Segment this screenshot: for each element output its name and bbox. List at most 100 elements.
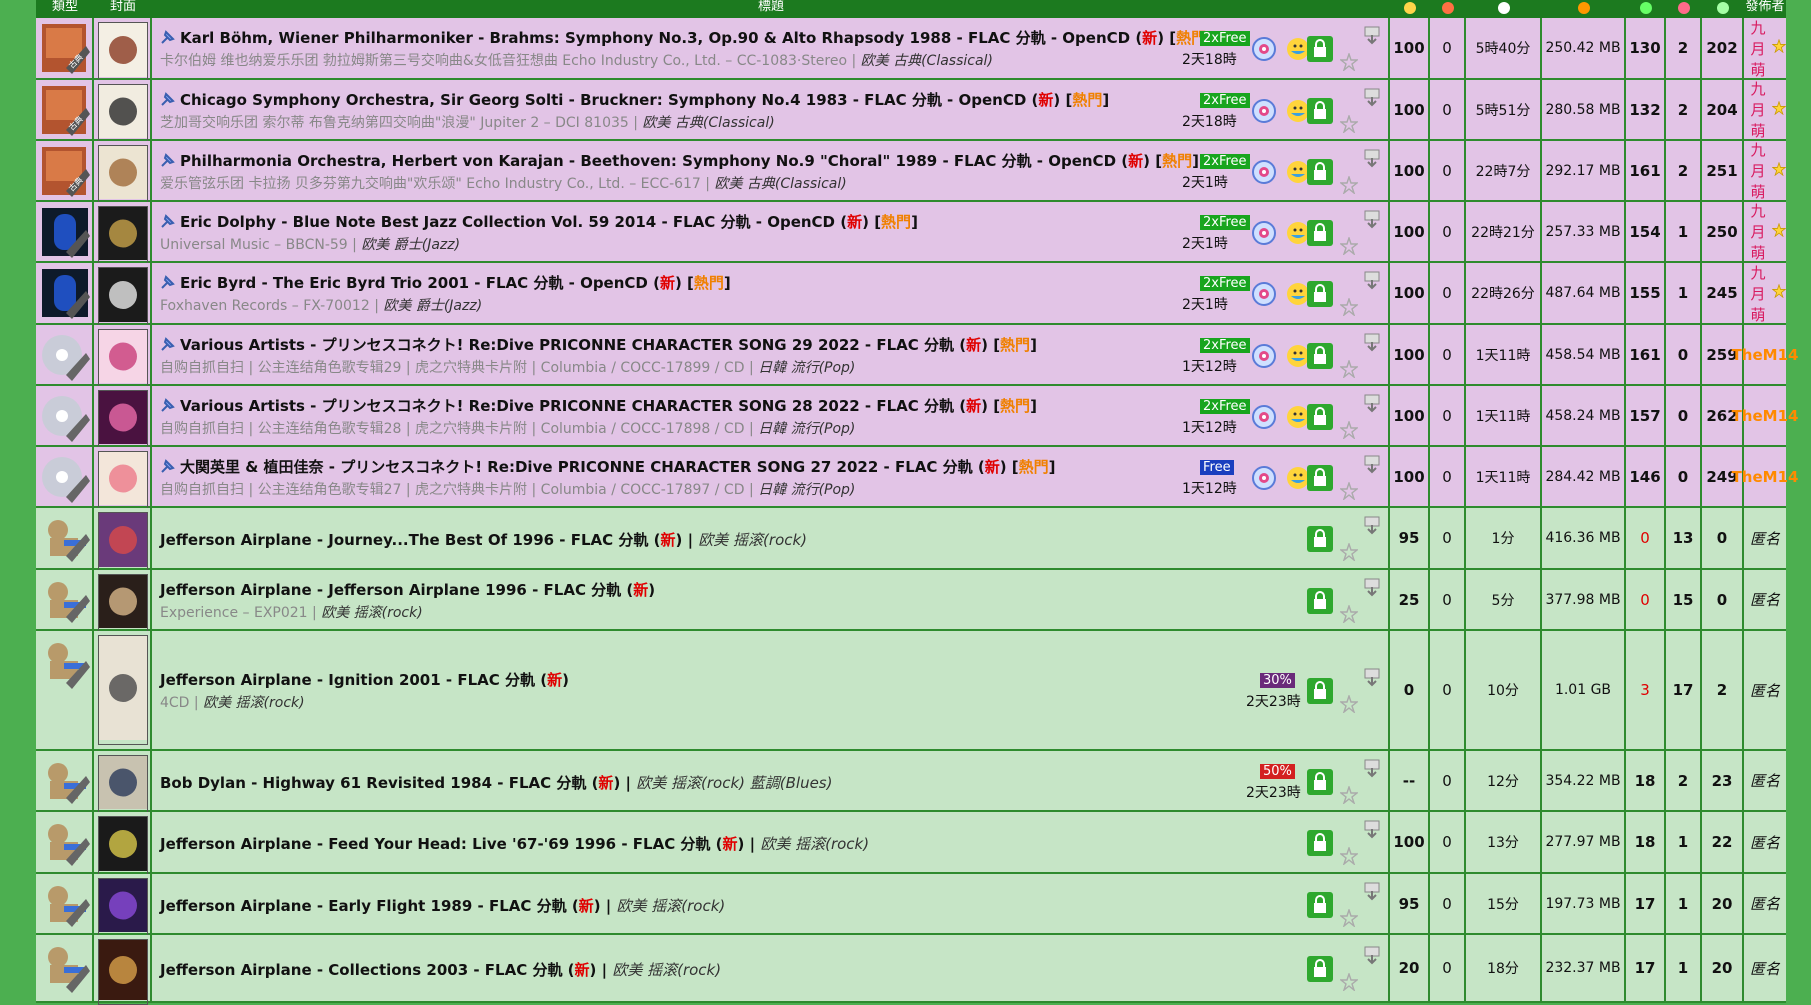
leechers-value[interactable]: 13 <box>1673 529 1694 547</box>
leechers-value[interactable]: 0 <box>1678 346 1688 364</box>
seeders-value[interactable]: 146 <box>1629 468 1660 486</box>
lock-icon[interactable] <box>1306 525 1334 557</box>
album-cover-feed-your-head[interactable] <box>98 816 148 876</box>
uploader-name[interactable]: 匿名 <box>1750 832 1780 853</box>
category-label[interactable]: 欧美 摇滚(rock) <box>203 695 305 711</box>
bookmark-star-icon[interactable] <box>1339 296 1359 320</box>
completed-value[interactable]: 245 <box>1706 284 1737 302</box>
category-label[interactable]: 欧美 摇滚(rock) <box>321 605 423 621</box>
torrent-title-link[interactable]: Eric Byrd - The Eric Byrd Trio 2001 - FL… <box>180 274 648 292</box>
lock-icon[interactable] <box>1306 403 1334 435</box>
comments-value[interactable]: 0 <box>1442 529 1452 547</box>
leechers-value[interactable]: 1 <box>1678 833 1688 851</box>
leechers-value[interactable]: 2 <box>1678 162 1688 180</box>
uploader-name[interactable]: 九月萌 <box>1744 17 1772 80</box>
download-icon[interactable] <box>1362 945 1382 969</box>
completed-value[interactable]: 250 <box>1706 223 1737 241</box>
comments-value[interactable]: 0 <box>1442 407 1452 425</box>
category-label[interactable]: 欧美 摇滚(rock) <box>612 961 721 979</box>
lock-icon[interactable] <box>1306 768 1334 800</box>
bookmark-star-icon[interactable] <box>1339 845 1359 869</box>
bookmark-star-icon[interactable] <box>1339 51 1359 75</box>
category-label[interactable]: 欧美 爵士(Jazz) <box>361 237 460 253</box>
seeders-value[interactable]: 157 <box>1629 407 1660 425</box>
uploader-name[interactable]: TheM14 <box>1732 407 1799 425</box>
category-label[interactable]: 日韓 流行(Pop) <box>758 421 855 437</box>
rock-guitar-icon[interactable] <box>40 512 90 570</box>
torrent-title-link[interactable]: Jefferson Airplane - Journey...The Best … <box>160 531 648 549</box>
disc-icon[interactable] <box>1252 220 1276 249</box>
bookmark-star-icon[interactable] <box>1339 235 1359 259</box>
bookmark-star-icon[interactable] <box>1339 113 1359 137</box>
lock-icon[interactable] <box>1306 955 1334 987</box>
header-size[interactable] <box>1542 0 1626 18</box>
download-icon[interactable] <box>1362 667 1382 691</box>
completed-value[interactable]: 0 <box>1717 529 1727 547</box>
seeders-value[interactable]: 0 <box>1640 529 1650 547</box>
lock-icon[interactable] <box>1306 587 1334 619</box>
album-cover-highway61[interactable] <box>98 755 148 814</box>
uploader-name[interactable]: 九月萌 <box>1744 78 1772 141</box>
album-cover-byrd[interactable] <box>98 267 148 327</box>
disc-icon[interactable] <box>1252 98 1276 127</box>
bookmark-star-icon[interactable] <box>1339 480 1359 504</box>
seeders-value[interactable]: 18 <box>1635 833 1656 851</box>
completed-value[interactable]: 20 <box>1712 959 1733 977</box>
header-title[interactable]: 標題 <box>152 0 1390 18</box>
disc-icon[interactable] <box>1252 465 1276 494</box>
completed-value[interactable]: 2 <box>1717 681 1727 699</box>
download-icon[interactable] <box>1362 270 1382 294</box>
header-age[interactable] <box>1466 0 1542 18</box>
rock-guitar-icon[interactable] <box>40 635 90 697</box>
seeders-value[interactable]: 132 <box>1629 101 1660 119</box>
jazz-sax-icon[interactable] <box>40 267 90 325</box>
bookmark-star-icon[interactable] <box>1339 358 1359 382</box>
leechers-value[interactable]: 1 <box>1678 284 1688 302</box>
lock-icon[interactable] <box>1306 219 1334 251</box>
comments-value[interactable]: 0 <box>1442 895 1452 913</box>
lock-icon[interactable] <box>1306 158 1334 190</box>
comments-value[interactable]: 0 <box>1442 346 1452 364</box>
torrent-title-link[interactable]: 大関英里 & 植田佳奈 - プリンセスコネクト! Re:Dive PRICONN… <box>180 458 973 476</box>
download-icon[interactable] <box>1362 515 1382 539</box>
torrent-title-link[interactable]: Karl Böhm, Wiener Philharmoniker - Brahm… <box>180 29 1130 47</box>
lock-icon[interactable] <box>1306 677 1334 709</box>
comments-value[interactable]: 0 <box>1442 223 1452 241</box>
lock-icon[interactable] <box>1306 829 1334 861</box>
category-label[interactable]: 欧美 摇滚(rock) <box>698 531 807 549</box>
header-completed[interactable] <box>1702 0 1744 18</box>
seeders-value[interactable]: 154 <box>1629 223 1660 241</box>
lock-icon[interactable] <box>1306 35 1334 67</box>
lock-icon[interactable] <box>1306 464 1334 496</box>
lock-icon[interactable] <box>1306 280 1334 312</box>
disc-icon[interactable] <box>1252 282 1276 310</box>
header-cover[interactable]: 封面 <box>94 0 152 18</box>
pop-cd-icon[interactable] <box>40 329 90 386</box>
torrent-title-link[interactable]: Jefferson Airplane - Collections 2003 - … <box>160 961 562 979</box>
seeders-value[interactable]: 18 <box>1635 772 1656 790</box>
category-label[interactable]: 欧美 爵士(Jazz) <box>383 298 482 314</box>
seeders-value[interactable]: 155 <box>1629 284 1660 302</box>
torrent-title-link[interactable]: Jefferson Airplane - Early Flight 1989 -… <box>160 897 567 915</box>
bookmark-star-icon[interactable] <box>1339 784 1359 808</box>
rock-guitar-icon[interactable] <box>40 755 90 812</box>
download-icon[interactable] <box>1362 148 1382 172</box>
classical-cd-icon[interactable]: 古典 <box>40 22 90 80</box>
uploader-name[interactable]: 九月萌 <box>1744 262 1772 325</box>
comments-value[interactable]: 0 <box>1442 468 1452 486</box>
download-icon[interactable] <box>1362 758 1382 782</box>
comments-value[interactable]: 0 <box>1442 101 1452 119</box>
lock-icon[interactable] <box>1306 891 1334 923</box>
album-cover-priconne28[interactable] <box>98 390 148 449</box>
download-icon[interactable] <box>1362 393 1382 417</box>
category-label[interactable]: 欧美 摇滚(rock) 藍調(Blues) <box>636 774 832 792</box>
seeders-value[interactable]: 17 <box>1635 895 1656 913</box>
leechers-value[interactable]: 0 <box>1678 468 1688 486</box>
leechers-value[interactable]: 1 <box>1678 959 1688 977</box>
comments-value[interactable]: 0 <box>1442 681 1452 699</box>
torrent-title-link[interactable]: Chicago Symphony Orchestra, Sir Georg So… <box>180 91 1026 109</box>
rock-guitar-icon[interactable] <box>40 939 90 1001</box>
comments-value[interactable]: 0 <box>1442 162 1452 180</box>
download-icon[interactable] <box>1362 332 1382 356</box>
bookmark-star-icon[interactable] <box>1339 971 1359 995</box>
